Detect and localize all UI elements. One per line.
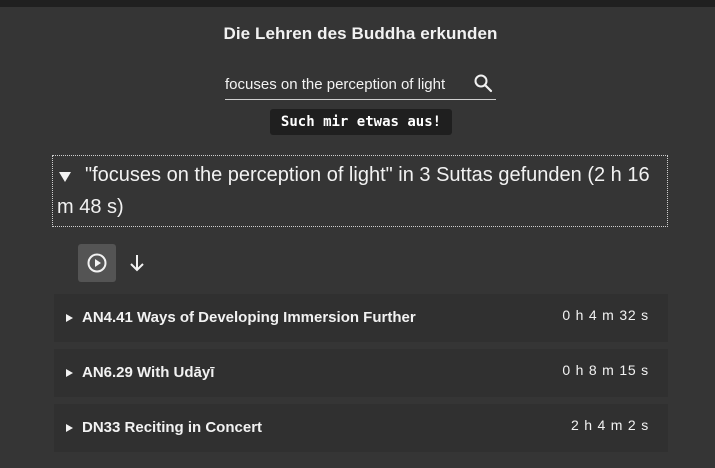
sutta-title: AN4.41 Ways of Developing Immersion Furt… (82, 309, 416, 326)
arrow-down-icon (130, 255, 144, 272)
sutta-row[interactable]: AN4.41 Ways of Developing Immersion Furt… (54, 294, 668, 342)
sutta-title: AN6.29 With Udāyī (82, 364, 215, 381)
search-button[interactable]: Such mir etwas aus! (270, 109, 452, 135)
sutta-row[interactable]: DN33 Reciting in Concert 2 h 4 m 2 s (54, 404, 668, 452)
summary-text-line1: "focuses on the perception of light" in … (85, 164, 650, 186)
sutta-duration: 0 h 4 m 32 s (562, 307, 649, 323)
search-field (225, 70, 496, 100)
results-summary[interactable]: "focuses on the perception of light" in … (52, 155, 668, 227)
play-circle-icon (87, 253, 107, 273)
triangle-right-icon (66, 369, 73, 377)
play-all-button[interactable] (78, 244, 116, 282)
page-title: Die Lehren des Buddha erkunden (223, 24, 498, 43)
sutta-title: DN33 Reciting in Concert (82, 419, 263, 436)
triangle-right-icon (66, 424, 73, 432)
triangle-down-icon (59, 172, 71, 182)
download-button[interactable] (127, 253, 147, 273)
search-icon[interactable] (473, 73, 493, 93)
sutta-duration: 2 h 4 m 2 s (570, 417, 649, 433)
triangle-right-icon (66, 314, 73, 322)
summary-text-line2: m 48 s) (57, 196, 124, 218)
top-bar (0, 0, 715, 7)
search-input[interactable] (225, 70, 465, 98)
sutta-duration: 0 h 8 m 15 s (562, 362, 649, 378)
sutta-row[interactable]: AN6.29 With Udāyī 0 h 8 m 15 s (54, 349, 668, 397)
